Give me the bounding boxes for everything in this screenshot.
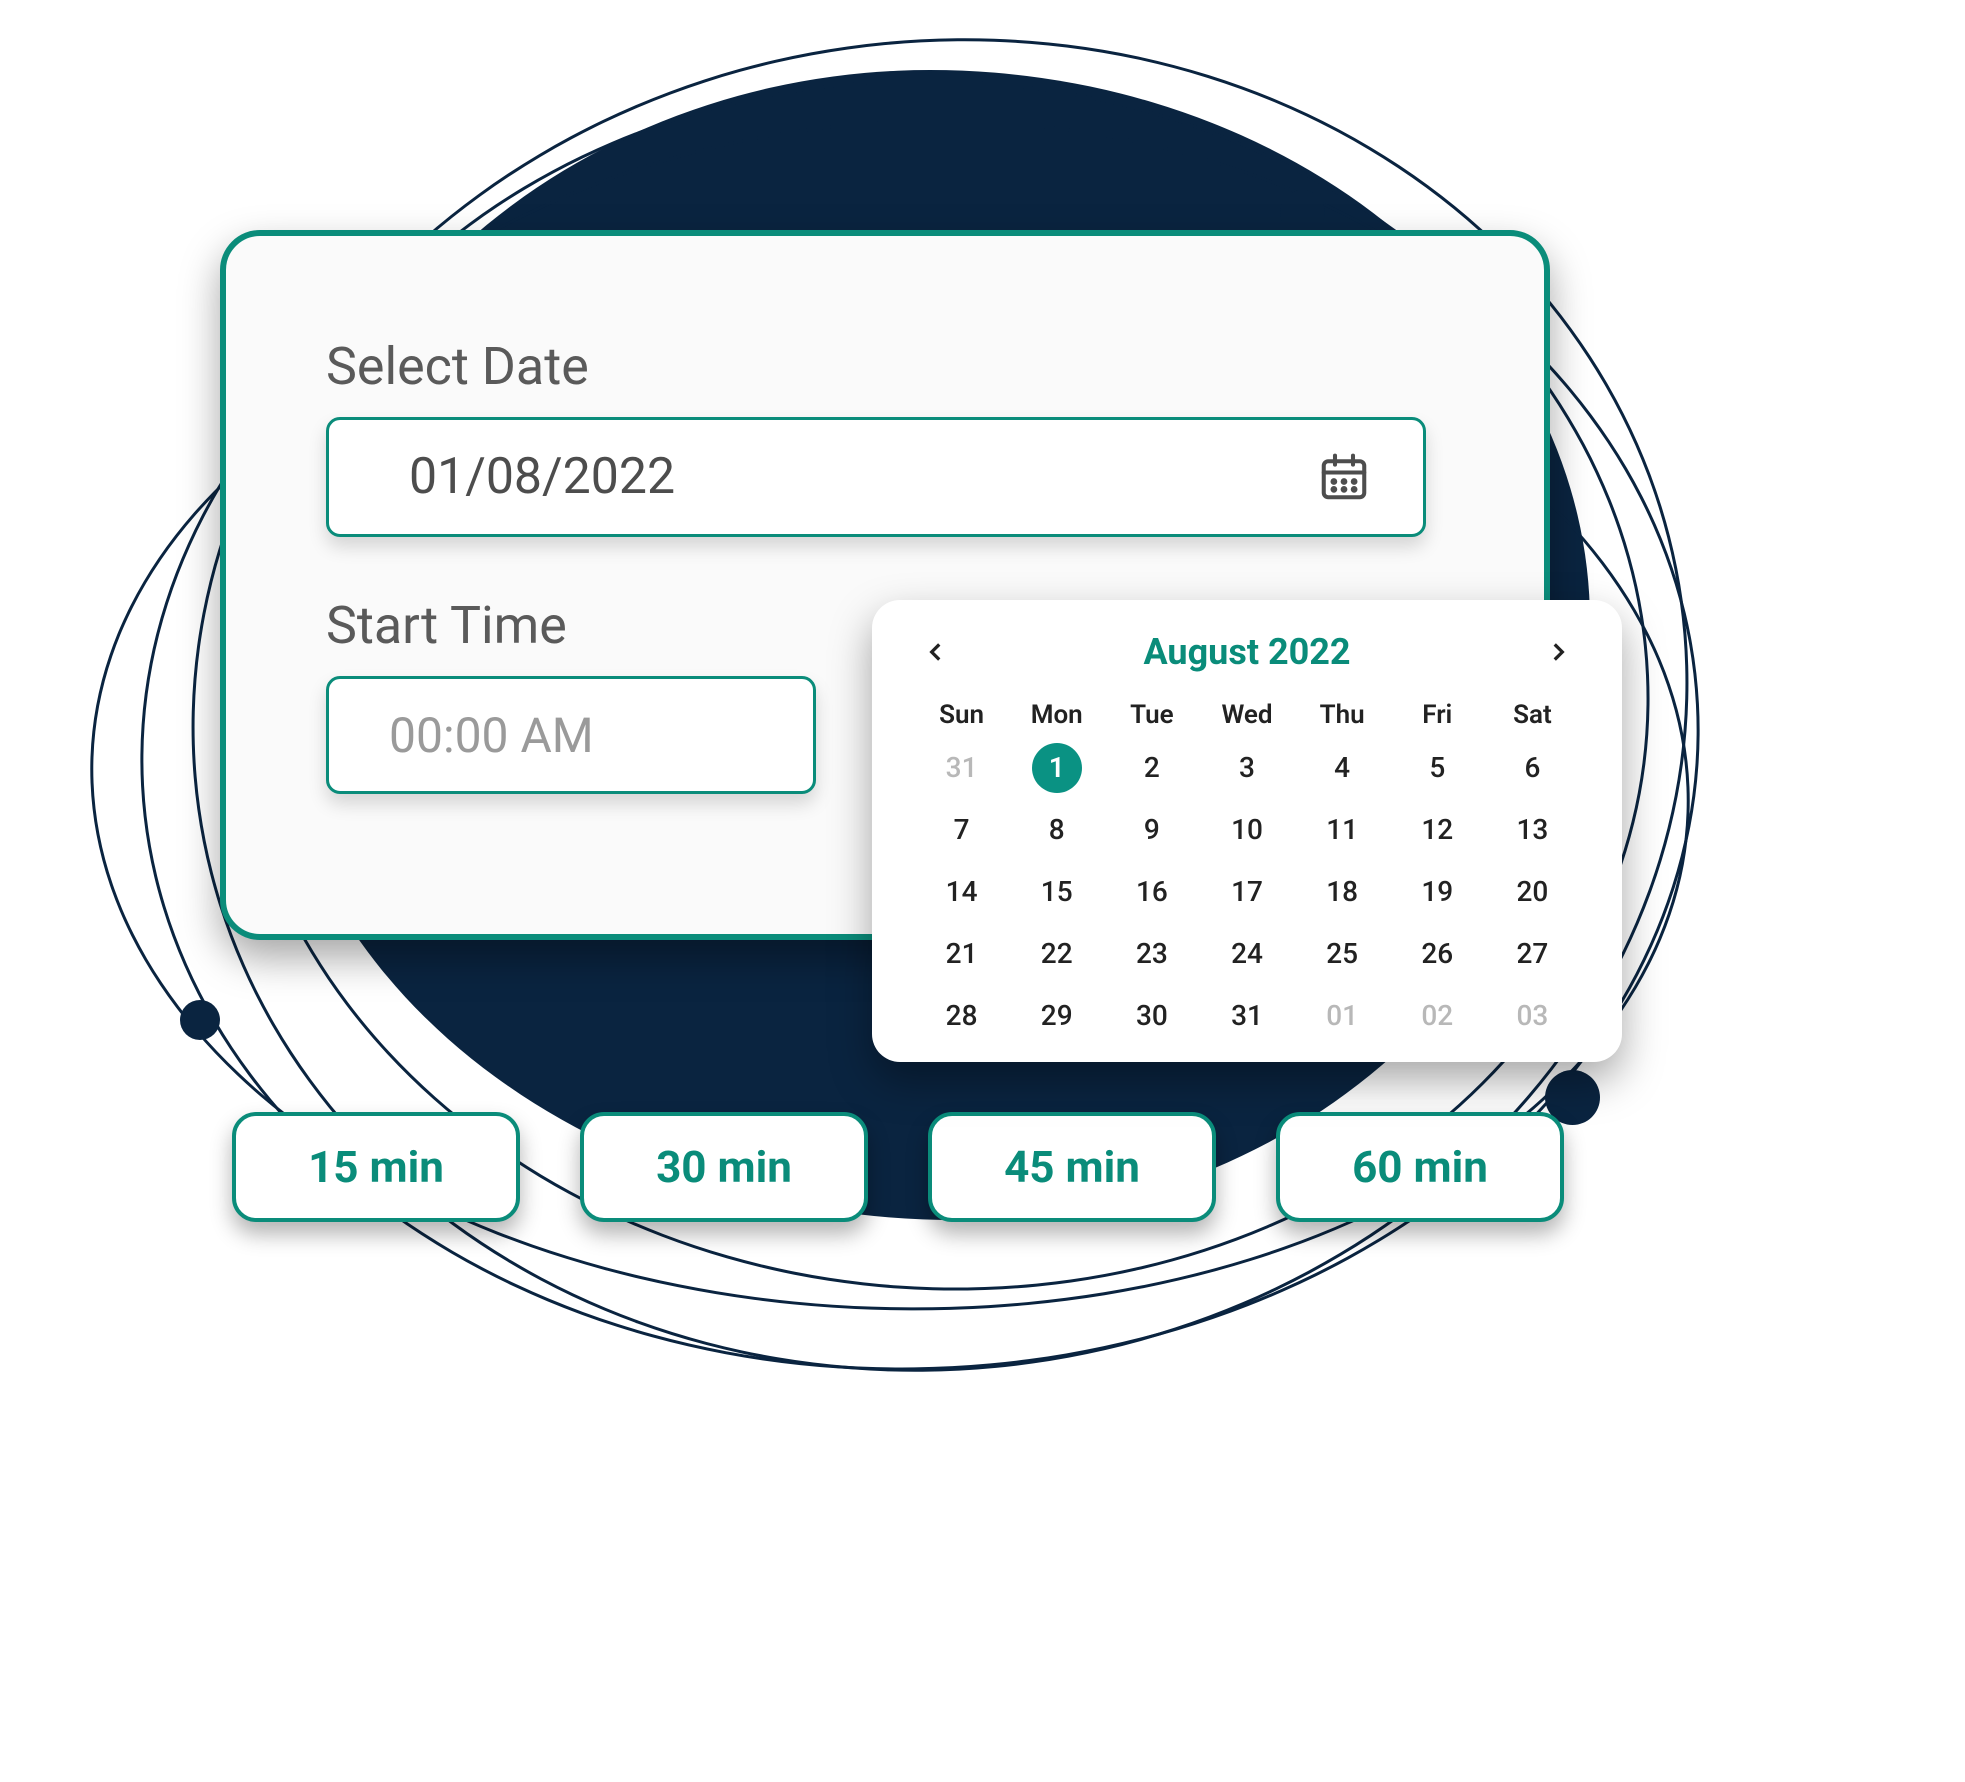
decorative-dot: [1280, 190, 1325, 235]
calendar-day[interactable]: 27: [1485, 930, 1580, 978]
calendar-month-title: August 2022: [1143, 631, 1350, 673]
start-time-label: Start Time: [326, 595, 816, 656]
calendar-day[interactable]: 7: [914, 806, 1009, 854]
select-date-label: Select Date: [326, 336, 1444, 397]
calendar-dow: Thu: [1295, 700, 1390, 730]
duration-pill[interactable]: 45 min: [928, 1112, 1216, 1222]
calendar-day[interactable]: 17: [1199, 868, 1294, 916]
calendar-icon: [1317, 450, 1371, 504]
calendar-day[interactable]: 31: [1199, 992, 1294, 1040]
calendar-day[interactable]: 25: [1295, 930, 1390, 978]
calendar-day[interactable]: 21: [914, 930, 1009, 978]
duration-pill[interactable]: 15 min: [232, 1112, 520, 1222]
calendar-day[interactable]: 26: [1390, 930, 1485, 978]
calendar-day[interactable]: 22: [1009, 930, 1104, 978]
calendar-day[interactable]: 14: [914, 868, 1009, 916]
calendar-day[interactable]: 12: [1390, 806, 1485, 854]
calendar-popup: August 2022 SunMonTueWedThuFriSat3112345…: [872, 600, 1622, 1062]
calendar-day[interactable]: 9: [1104, 806, 1199, 854]
date-input[interactable]: 01/08/2022: [326, 417, 1426, 537]
prev-month-button[interactable]: [914, 630, 958, 674]
calendar-day[interactable]: 13: [1485, 806, 1580, 854]
calendar-day[interactable]: 1: [1009, 744, 1104, 792]
calendar-day[interactable]: 5: [1390, 744, 1485, 792]
duration-pill[interactable]: 30 min: [580, 1112, 868, 1222]
next-month-button[interactable]: [1536, 630, 1580, 674]
calendar-day[interactable]: 01: [1295, 992, 1390, 1040]
start-time-input[interactable]: 00:00 AM: [326, 676, 816, 794]
calendar-day[interactable]: 24: [1199, 930, 1294, 978]
calendar-day[interactable]: 8: [1009, 806, 1104, 854]
duration-pill-row: 15 min 30 min 45 min 60 min: [232, 1112, 1564, 1222]
calendar-dow: Sat: [1485, 700, 1580, 730]
calendar-day[interactable]: 2: [1104, 744, 1199, 792]
calendar-day[interactable]: 23: [1104, 930, 1199, 978]
calendar-day[interactable]: 3: [1199, 744, 1294, 792]
calendar-dow: Sun: [914, 700, 1009, 730]
calendar-day[interactable]: 02: [1390, 992, 1485, 1040]
calendar-day[interactable]: 6: [1485, 744, 1580, 792]
calendar-dow: Tue: [1104, 700, 1199, 730]
calendar-day[interactable]: 19: [1390, 868, 1485, 916]
date-value: 01/08/2022: [409, 448, 675, 506]
calendar-day[interactable]: 28: [914, 992, 1009, 1040]
calendar-day[interactable]: 20: [1485, 868, 1580, 916]
calendar-day[interactable]: 11: [1295, 806, 1390, 854]
calendar-day[interactable]: 10: [1199, 806, 1294, 854]
calendar-day[interactable]: 15: [1009, 868, 1104, 916]
decorative-dot: [180, 1000, 220, 1040]
calendar-day[interactable]: 03: [1485, 992, 1580, 1040]
calendar-day[interactable]: 4: [1295, 744, 1390, 792]
start-time-placeholder: 00:00 AM: [389, 707, 594, 764]
calendar-day[interactable]: 30: [1104, 992, 1199, 1040]
calendar-day[interactable]: 16: [1104, 868, 1199, 916]
calendar-dow: Wed: [1199, 700, 1294, 730]
calendar-dow: Mon: [1009, 700, 1104, 730]
calendar-day[interactable]: 31: [914, 744, 1009, 792]
duration-pill[interactable]: 60 min: [1276, 1112, 1564, 1222]
calendar-dow: Fri: [1390, 700, 1485, 730]
calendar-day[interactable]: 29: [1009, 992, 1104, 1040]
calendar-day[interactable]: 18: [1295, 868, 1390, 916]
